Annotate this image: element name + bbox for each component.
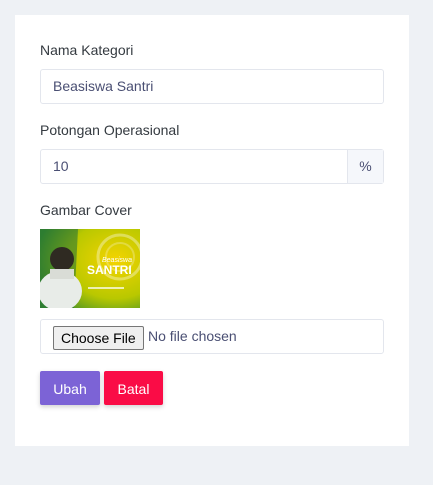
cover-file-input: Choose File No file chosen [40, 319, 384, 354]
potongan-input-group: 10 % [40, 149, 384, 184]
percent-addon: % [347, 150, 383, 183]
file-status-text: No file chosen [148, 328, 237, 344]
edit-category-card: Nama Kategori Beasiswa Santri Potongan O… [15, 15, 409, 446]
svg-text:SANTRI: SANTRI [87, 263, 132, 277]
potongan-label: Potongan Operasional [40, 122, 180, 138]
cover-label: Gambar Cover [40, 202, 132, 218]
potongan-input[interactable]: 10 [53, 150, 69, 183]
cancel-button[interactable]: Batal [104, 371, 163, 405]
choose-file-button[interactable]: Choose File [53, 326, 144, 350]
kategori-input[interactable]: Beasiswa Santri [40, 69, 384, 104]
submit-button[interactable]: Ubah [40, 371, 100, 405]
kategori-label: Nama Kategori [40, 42, 134, 58]
cover-image: Beasiswa SANTRI [40, 229, 140, 308]
